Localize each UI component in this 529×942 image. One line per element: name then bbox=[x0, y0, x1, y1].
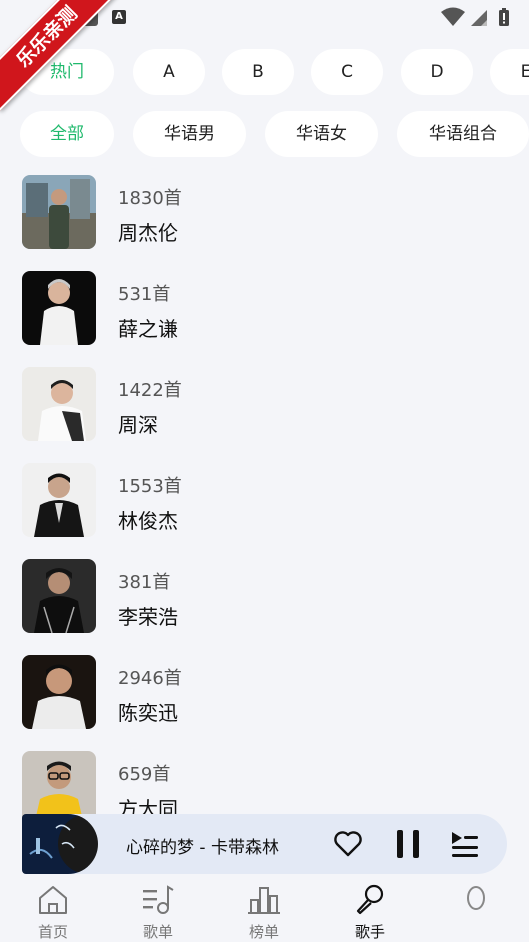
playlist-icon bbox=[143, 885, 174, 914]
artist-row[interactable]: 381首 李荣浩 bbox=[0, 554, 529, 634]
artist-row[interactable]: 1830首 周杰伦 bbox=[0, 170, 529, 250]
artist-avatar bbox=[22, 271, 96, 345]
artist-name: 李荣浩 bbox=[118, 605, 178, 629]
chip-chinese-male[interactable]: 华语男 bbox=[133, 111, 246, 157]
artist-row[interactable]: 531首 薛之谦 bbox=[0, 266, 529, 346]
microphone-icon bbox=[356, 884, 384, 915]
chip-chinese-group[interactable]: 华语组合 bbox=[397, 111, 529, 157]
system-status-icons bbox=[441, 7, 509, 26]
artist-avatar bbox=[22, 655, 96, 729]
chart-icon bbox=[248, 887, 280, 914]
chip-chinese-female[interactable]: 华语女 bbox=[265, 111, 378, 157]
artist-name: 林俊杰 bbox=[118, 509, 178, 533]
tab-label: 榜单 bbox=[248, 923, 279, 941]
now-playing-title: 心碎的梦 - 卡带森林 bbox=[126, 838, 279, 858]
tab-chart[interactable]: 榜单 bbox=[234, 884, 294, 942]
tab-profile[interactable] bbox=[446, 884, 506, 921]
song-count: 531首 bbox=[118, 284, 171, 305]
ribbon-text: 乐乐亲测 bbox=[0, 0, 120, 111]
chip-letter-a[interactable]: A bbox=[133, 49, 205, 95]
tab-label: 歌单 bbox=[142, 923, 173, 941]
song-count: 1830首 bbox=[118, 188, 182, 209]
queue-icon[interactable] bbox=[448, 828, 480, 860]
tab-home[interactable]: 首页 bbox=[23, 884, 83, 942]
pause-icon[interactable] bbox=[394, 828, 422, 860]
mini-player[interactable]: 心碎的梦 - 卡带森林 bbox=[22, 814, 507, 874]
chip-letter-e[interactable]: E bbox=[490, 49, 529, 95]
artist-name: 薛之谦 bbox=[118, 317, 178, 341]
song-count: 1422首 bbox=[118, 380, 182, 401]
chip-letter-b[interactable]: B bbox=[222, 49, 294, 95]
tab-singer[interactable]: 歌手 bbox=[340, 884, 400, 942]
song-count: 2946首 bbox=[118, 668, 182, 689]
artist-avatar bbox=[22, 367, 96, 441]
song-count: 1553首 bbox=[118, 476, 182, 497]
heart-icon[interactable] bbox=[332, 828, 364, 860]
song-count: 381首 bbox=[118, 572, 171, 593]
song-count: 659首 bbox=[118, 764, 171, 785]
artist-row[interactable]: 2946首 陈奕迅 bbox=[0, 650, 529, 730]
bottom-tab-bar: 首页 歌单 榜单 歌手 bbox=[0, 878, 529, 942]
chip-letter-d[interactable]: D bbox=[401, 49, 473, 95]
artist-avatar bbox=[22, 175, 96, 249]
artist-row[interactable]: 1422首 周深 bbox=[0, 362, 529, 442]
artist-name: 周深 bbox=[118, 413, 158, 437]
tab-label: 歌手 bbox=[354, 923, 385, 941]
artist-row[interactable]: 1553首 林俊杰 bbox=[0, 458, 529, 538]
tab-playlist[interactable]: 歌单 bbox=[128, 884, 188, 942]
profile-icon bbox=[467, 886, 485, 910]
ribbon-watermark: 乐乐亲测 bbox=[0, 0, 120, 120]
artist-avatar bbox=[22, 463, 96, 537]
tab-label: 首页 bbox=[37, 923, 68, 941]
chip-letter-c[interactable]: C bbox=[311, 49, 383, 95]
home-icon bbox=[39, 886, 67, 914]
artist-name: 周杰伦 bbox=[118, 221, 178, 245]
artist-avatar bbox=[22, 559, 96, 633]
artist-name: 陈奕迅 bbox=[118, 701, 178, 725]
album-cover[interactable] bbox=[22, 814, 98, 874]
